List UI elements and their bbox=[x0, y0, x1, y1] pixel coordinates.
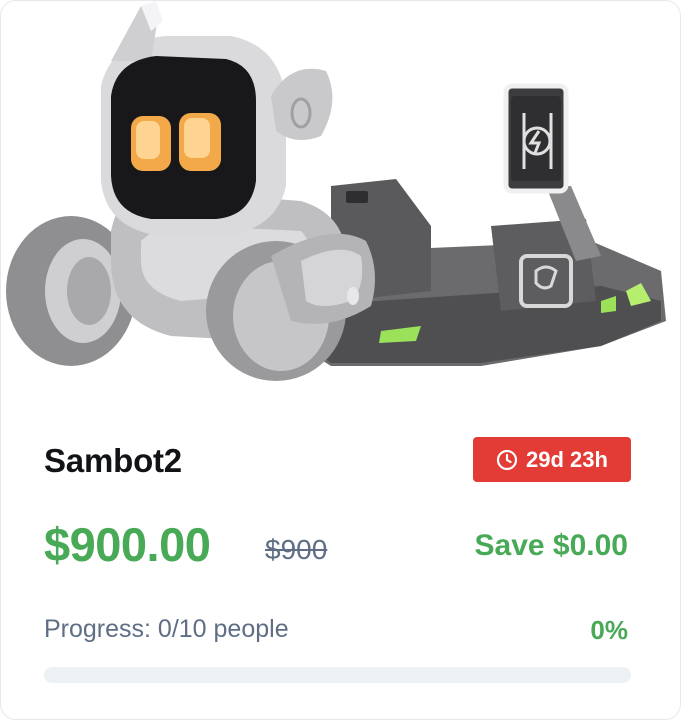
product-image[interactable] bbox=[1, 1, 680, 386]
product-title: Sambot2 bbox=[44, 442, 182, 479]
original-price: $900 bbox=[265, 534, 328, 565]
progress-bar bbox=[44, 667, 631, 683]
current-price: $900.00 bbox=[44, 518, 211, 571]
product-card[interactable]: Sambot2 29d 23h $900.00 $900 Save $0.00 … bbox=[0, 0, 681, 720]
progress-percent: 0% bbox=[590, 615, 628, 645]
savings-text: Save $0.00 bbox=[474, 529, 628, 562]
progress-label: Progress: 0/10 people bbox=[44, 615, 289, 643]
countdown-text: 29d 23h bbox=[526, 446, 608, 472]
countdown-badge: 29d 23h bbox=[473, 437, 631, 482]
clock-icon bbox=[496, 449, 518, 471]
